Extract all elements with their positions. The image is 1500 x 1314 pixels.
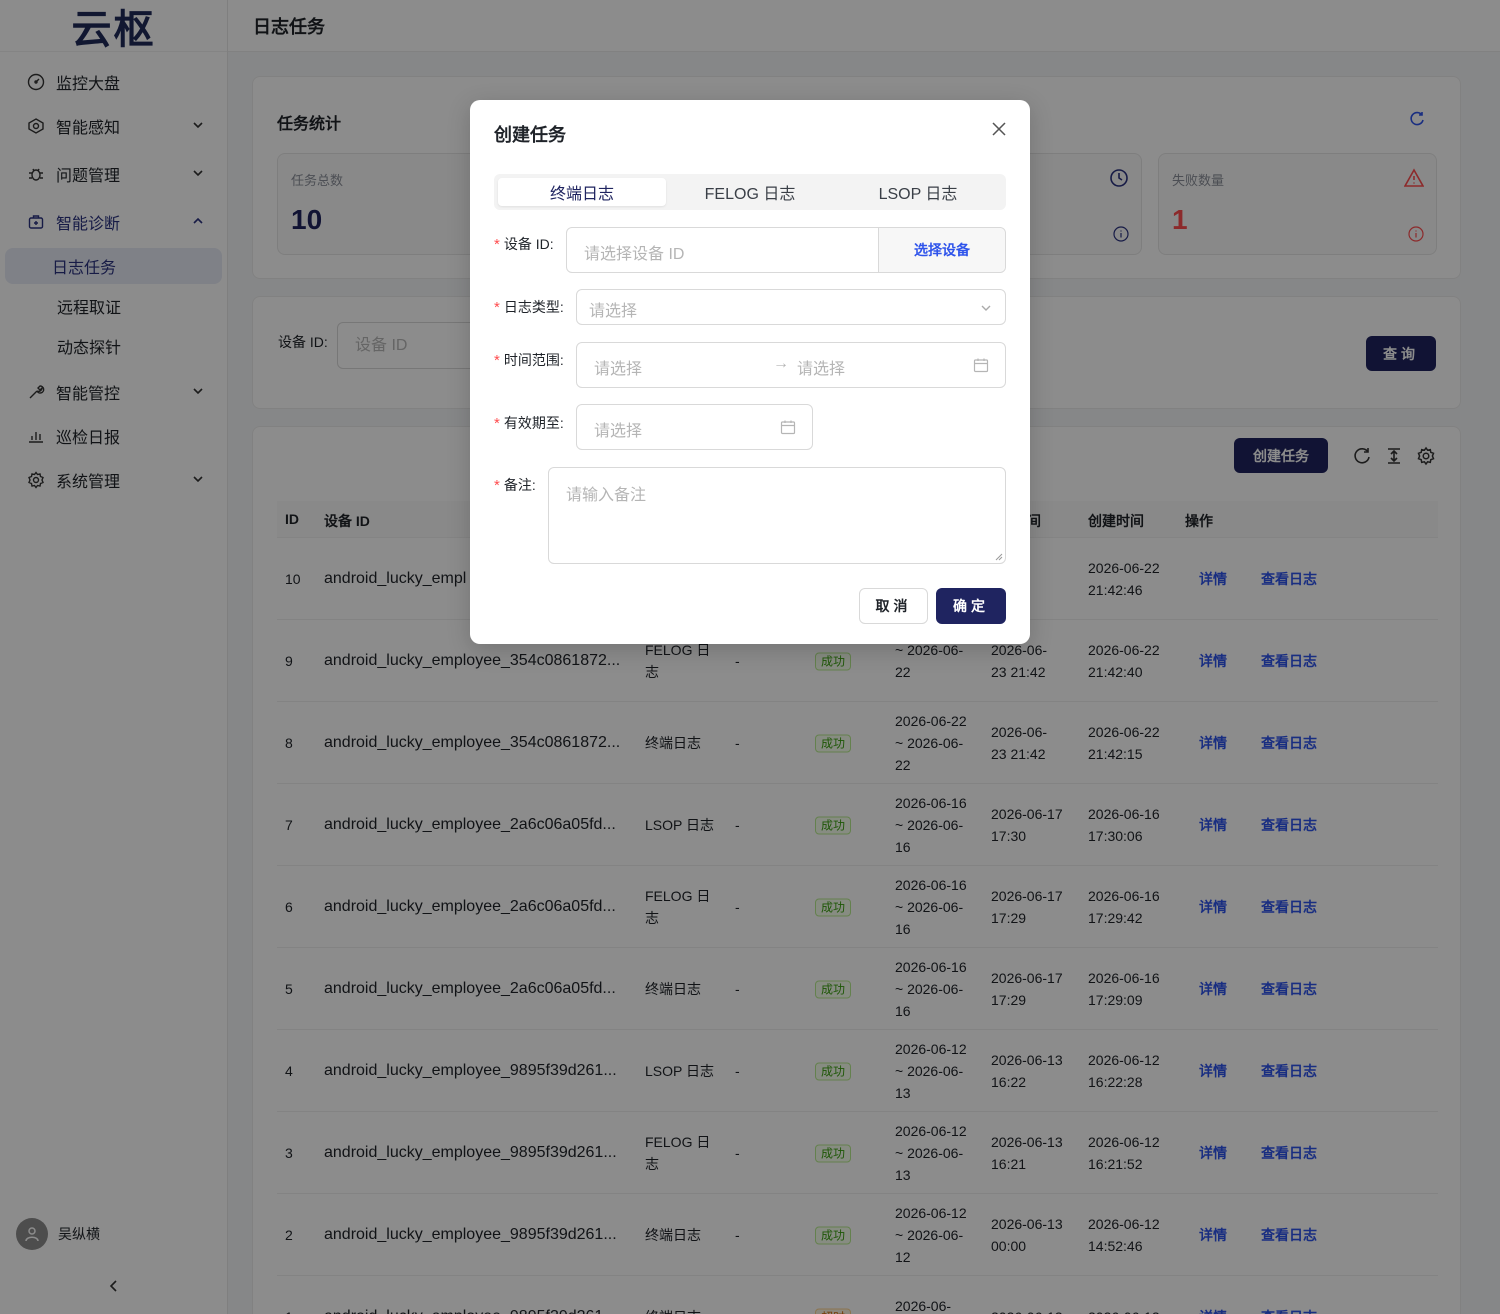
log-type-select[interactable]: 请选择 [576, 289, 1006, 325]
label-text: 日志类型: [503, 299, 564, 315]
modal-title: 创建任务 [494, 125, 566, 145]
tab-felog[interactable]: FELOG 日志 [666, 178, 834, 206]
device-id-field[interactable]: 请选择设备 ID 选择设备 [566, 227, 1006, 273]
chevron-down-icon [981, 305, 991, 311]
label-text: 有效期至: [503, 415, 564, 431]
expire-form-label: * 有效期至: [494, 415, 564, 432]
label-text: 设备 ID: [503, 236, 554, 252]
time-start-placeholder: 请选择 [594, 361, 643, 378]
time-range-picker[interactable]: 请选择 → 请选择 [576, 342, 1006, 388]
time-end-placeholder: 请选择 [797, 361, 846, 378]
resize-handle-icon[interactable] [995, 553, 1003, 561]
create-task-modal: 创建任务 终端日志 FELOG 日志 LSOP 日志 * 设备 ID: 请选择设备… [470, 100, 1030, 644]
select-device-button[interactable]: 选择设备 [878, 228, 1005, 272]
expire-placeholder: 请选择 [594, 423, 643, 440]
close-icon[interactable] [990, 120, 1008, 138]
device-id-placeholder: 请选择设备 ID [584, 246, 685, 263]
log-type-tabs: 终端日志 FELOG 日志 LSOP 日志 [494, 174, 1006, 210]
label-text: 备注: [503, 477, 536, 493]
remark-placeholder: 请输入备注 [566, 487, 647, 504]
expire-date-picker[interactable]: 请选择 [576, 404, 813, 450]
confirm-button[interactable]: 确定 [936, 588, 1006, 624]
remark-form-label: * 备注: [494, 477, 536, 494]
calendar-icon [780, 420, 796, 435]
calendar-icon [973, 358, 989, 373]
tab-terminal-log[interactable]: 终端日志 [498, 178, 666, 206]
cancel-button[interactable]: 取消 [859, 588, 928, 624]
label-text: 时间范围: [503, 352, 564, 368]
log-type-form-label: * 日志类型: [494, 299, 564, 316]
remark-textarea[interactable]: 请输入备注 [548, 467, 1006, 564]
device-id-form-label: * 设备 ID: [494, 236, 554, 253]
log-type-placeholder: 请选择 [589, 303, 638, 320]
tab-lsop[interactable]: LSOP 日志 [834, 178, 1002, 206]
time-range-form-label: * 时间范围: [494, 352, 564, 369]
arrow-right-icon: → [773, 355, 789, 372]
